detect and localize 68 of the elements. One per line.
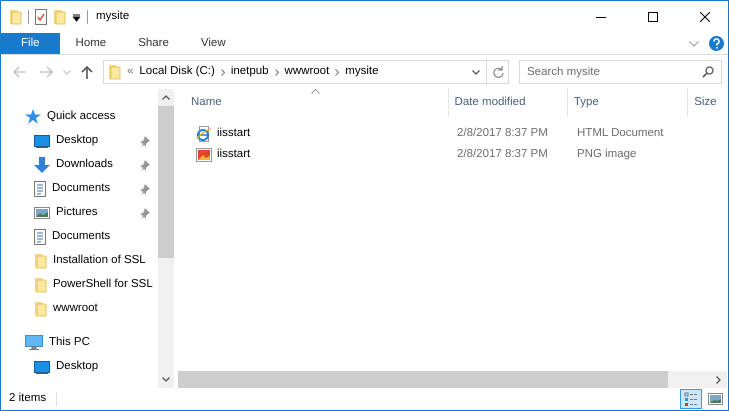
- status-text: 2 items: [9, 391, 46, 406]
- computer-icon: [25, 335, 43, 351]
- ribbon-tab[interactable]: Home: [60, 33, 122, 54]
- folder-icon: [9, 9, 22, 25]
- file-name[interactable]: iisstart: [217, 146, 250, 164]
- folder-icon: [34, 301, 47, 317]
- nav-item[interactable]: Pictures: [1, 201, 158, 225]
- breadcrumb-link[interactable]: inetpub: [230, 63, 269, 81]
- date-cell-text: 2/8/2017 8:37 PM: [456, 146, 549, 162]
- folder-icon: [108, 64, 121, 80]
- nav-item[interactable]: Installation of SSL: [1, 249, 158, 273]
- address-bar[interactable]: « Local Disk (C:) inetpub wwwroot mysite: [103, 60, 509, 84]
- search-field[interactable]: Search mysite: [519, 60, 722, 84]
- scroll-down-icon[interactable]: [162, 377, 170, 382]
- folder-icon: [34, 277, 47, 293]
- nav-item[interactable]: Downloads: [1, 153, 158, 177]
- nav-item[interactable]: Quick access: [1, 105, 158, 129]
- search-icon: [702, 66, 714, 78]
- down-arrow-icon: [34, 157, 50, 173]
- nav-item[interactable]: Desktop: [1, 129, 158, 153]
- nav-item[interactable]: Desktop: [1, 355, 158, 379]
- ribbon-tab[interactable]: View: [184, 33, 242, 54]
- refresh-icon[interactable]: [493, 66, 504, 78]
- image-file-icon: [196, 148, 212, 162]
- nav-item[interactable]: This PC: [1, 331, 158, 355]
- scroll-up-icon[interactable]: [162, 95, 170, 100]
- breadcrumb-link[interactable]: Local Disk (C:): [139, 63, 215, 81]
- column-header[interactable]: Size: [688, 89, 728, 117]
- document-icon: [34, 229, 46, 245]
- chevron-right-icon: [335, 68, 340, 76]
- column-header[interactable]: Date modified: [448, 89, 568, 117]
- nav-item[interactable]: PowerShell for SSL: [1, 273, 158, 297]
- chevron-right-icon: [220, 68, 225, 76]
- ribbon-tab[interactable]: File: [1, 33, 60, 54]
- nav-item[interactable]: Documents: [1, 177, 158, 201]
- scrollbar-thumb[interactable]: [178, 371, 668, 388]
- date-cell-text: 2/8/2017 8:37 PM: [456, 126, 549, 141]
- properties-icon[interactable]: [35, 9, 47, 25]
- document-icon: [34, 181, 46, 197]
- chevron-down-icon[interactable]: [472, 70, 480, 74]
- monitor-icon: [34, 134, 50, 148]
- monitor-icon: [34, 360, 50, 374]
- dropdown-icon[interactable]: [72, 12, 81, 22]
- overflow-chevron[interactable]: «: [127, 63, 134, 81]
- chevron-right-icon: [274, 68, 279, 76]
- scrollbar-thumb[interactable]: [158, 106, 174, 258]
- type-cell-text: PNG image: [576, 146, 636, 162]
- help-icon[interactable]: [709, 36, 724, 51]
- window-title: mysite: [96, 9, 130, 24]
- column-header[interactable]: Type: [568, 89, 688, 117]
- close-icon[interactable]: [700, 12, 710, 22]
- nav-item[interactable]: wwwroot: [1, 297, 158, 321]
- picture-icon: [34, 207, 50, 219]
- nav-item[interactable]: Documents: [1, 225, 158, 249]
- star-icon: [25, 109, 41, 125]
- details-view-button[interactable]: [680, 389, 702, 409]
- scroll-right-icon[interactable]: [716, 376, 721, 384]
- up-arrow-icon[interactable]: [81, 65, 93, 79]
- file-name[interactable]: iisstart: [217, 124, 250, 142]
- folder-icon: [53, 9, 66, 25]
- browser-document-icon: [196, 126, 212, 142]
- maximize-icon[interactable]: [648, 12, 658, 22]
- breadcrumb-link[interactable]: mysite: [345, 63, 379, 81]
- ribbon-tab[interactable]: Share: [122, 33, 185, 54]
- folder-icon: [34, 253, 47, 269]
- column-header[interactable]: Name: [178, 89, 449, 117]
- type-cell-text: HTML Document: [576, 126, 664, 141]
- breadcrumb-link[interactable]: wwwroot: [284, 63, 330, 81]
